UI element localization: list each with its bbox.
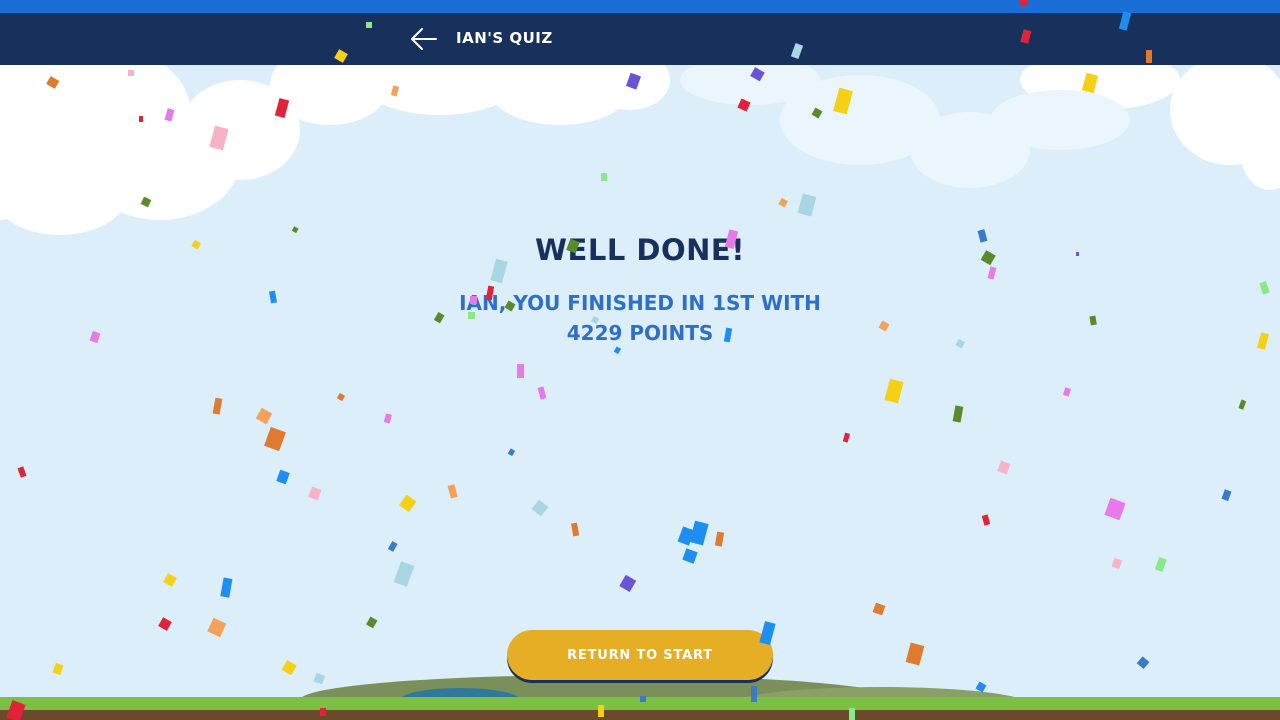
landscape [0,675,1280,720]
arrow-left-icon [411,28,437,50]
result-heading: WELL DONE! [535,233,745,267]
back-button[interactable] [408,25,440,53]
sky-background [0,65,1280,720]
quiz-title: IAN'S QUIZ [456,29,553,47]
return-to-start-button[interactable]: RETURN TO START [507,630,773,680]
clouds [0,65,1280,235]
top-accent-stripe [0,0,1280,13]
header-bar: IAN'S QUIZ [0,13,1280,65]
result-message: IAN, YOU FINISHED IN 1ST WITH 4229 POINT… [459,291,821,345]
